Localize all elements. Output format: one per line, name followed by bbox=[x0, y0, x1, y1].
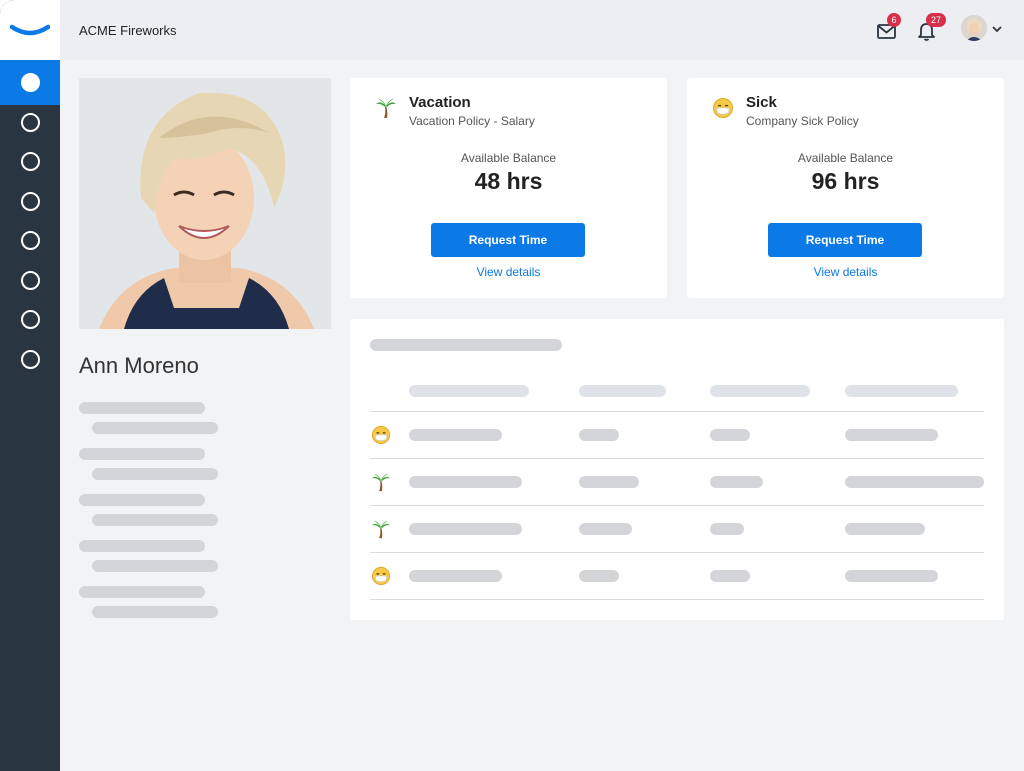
circle-icon bbox=[20, 191, 40, 211]
cell-placeholder bbox=[845, 570, 938, 582]
balance-value: 96 hrs bbox=[811, 168, 880, 194]
sick-face-icon bbox=[371, 566, 391, 586]
sidebar-item-5[interactable] bbox=[0, 220, 60, 260]
circle-icon bbox=[20, 151, 40, 171]
profile-info-placeholder bbox=[92, 514, 218, 526]
cell-placeholder bbox=[579, 429, 619, 441]
cell-placeholder bbox=[710, 570, 750, 582]
balance-label: Available Balance bbox=[460, 151, 557, 165]
sick-face-icon bbox=[371, 425, 391, 445]
profile-info-placeholder bbox=[79, 402, 205, 414]
profile-info-placeholder bbox=[92, 468, 218, 480]
profile-photo bbox=[79, 78, 331, 329]
circle-icon bbox=[20, 230, 40, 250]
smile-logo-icon bbox=[10, 24, 50, 36]
circle-icon bbox=[20, 112, 40, 132]
palm-tree-icon bbox=[371, 473, 391, 492]
profile-info-placeholder bbox=[79, 448, 205, 460]
policy-subtitle: Company Sick Policy bbox=[746, 114, 859, 128]
top-bar: ACME Fireworks 6 27 bbox=[60, 0, 1024, 60]
policy-subtitle: Vacation Policy - Salary bbox=[409, 114, 535, 128]
mail-button[interactable]: 6 bbox=[876, 13, 901, 42]
request-time-button[interactable]: Request Time bbox=[431, 223, 585, 257]
row-divider bbox=[370, 552, 984, 553]
cell-placeholder bbox=[845, 429, 938, 441]
sidebar bbox=[0, 0, 60, 771]
sidebar-item-8[interactable] bbox=[0, 339, 60, 379]
cell-placeholder bbox=[845, 523, 925, 535]
profile-info-placeholder bbox=[79, 494, 205, 506]
cell-placeholder bbox=[579, 476, 639, 488]
request-time-button[interactable]: Request Time bbox=[768, 223, 922, 257]
sidebar-item-2[interactable] bbox=[0, 102, 60, 142]
table-title-placeholder bbox=[370, 339, 562, 351]
app-window: ACME Fireworks 6 27 Ann Moreno Vacation … bbox=[0, 0, 1024, 771]
cell-placeholder bbox=[845, 476, 984, 488]
mail-count-badge: 6 bbox=[887, 13, 901, 27]
column-header-placeholder bbox=[710, 385, 810, 397]
sick-face-icon bbox=[713, 98, 733, 118]
notifications-button[interactable]: 27 bbox=[916, 13, 946, 42]
row-divider bbox=[370, 599, 984, 600]
logo[interactable] bbox=[0, 0, 60, 60]
profile-info-placeholder bbox=[92, 422, 218, 434]
cell-placeholder bbox=[710, 476, 763, 488]
cell-placeholder bbox=[579, 570, 619, 582]
row-divider bbox=[370, 458, 984, 459]
employee-name: Ann Moreno bbox=[79, 353, 199, 378]
view-details-link[interactable]: View details bbox=[350, 265, 667, 279]
palm-tree-icon bbox=[371, 520, 391, 539]
time-off-history-card bbox=[350, 319, 1004, 620]
circle-icon bbox=[20, 73, 40, 92]
user-avatar-image bbox=[961, 15, 987, 41]
cell-placeholder bbox=[409, 429, 502, 441]
view-details-link[interactable]: View details bbox=[687, 265, 1004, 279]
cell-placeholder bbox=[579, 523, 632, 535]
profile-info-placeholder bbox=[79, 540, 205, 552]
policy-title: Sick bbox=[746, 94, 777, 111]
profile-info-placeholder bbox=[79, 586, 205, 598]
column-header-placeholder bbox=[579, 385, 666, 397]
column-header-placeholder bbox=[409, 385, 529, 397]
sidebar-item-1[interactable] bbox=[0, 60, 60, 105]
column-header-placeholder bbox=[845, 385, 958, 397]
user-avatar[interactable] bbox=[961, 15, 987, 41]
notification-count-badge: 27 bbox=[926, 13, 946, 27]
cell-placeholder bbox=[409, 523, 522, 535]
sidebar-item-4[interactable] bbox=[0, 181, 60, 221]
sidebar-item-7[interactable] bbox=[0, 299, 60, 339]
company-name: ACME Fireworks bbox=[79, 23, 177, 38]
sick-policy-card: Sick Company Sick Policy Available Balan… bbox=[687, 78, 1004, 298]
sidebar-item-3[interactable] bbox=[0, 141, 60, 181]
profile-info-placeholder bbox=[92, 560, 218, 572]
vacation-policy-card: Vacation Vacation Policy - Salary Availa… bbox=[350, 78, 667, 298]
chevron-down-icon[interactable] bbox=[991, 24, 1003, 34]
cell-placeholder bbox=[710, 429, 750, 441]
profile-info-placeholder bbox=[92, 606, 218, 618]
cell-placeholder bbox=[409, 476, 522, 488]
row-divider bbox=[370, 411, 984, 412]
balance-label: Available Balance bbox=[797, 151, 894, 165]
sidebar-item-6[interactable] bbox=[0, 260, 60, 300]
circle-icon bbox=[20, 309, 40, 329]
policy-title: Vacation bbox=[409, 94, 471, 111]
circle-icon bbox=[20, 270, 40, 290]
cell-placeholder bbox=[710, 523, 744, 535]
circle-icon bbox=[20, 349, 40, 369]
balance-value: 48 hrs bbox=[474, 168, 543, 194]
row-divider bbox=[370, 505, 984, 506]
palm-tree-icon bbox=[376, 99, 396, 118]
cell-placeholder bbox=[409, 570, 502, 582]
